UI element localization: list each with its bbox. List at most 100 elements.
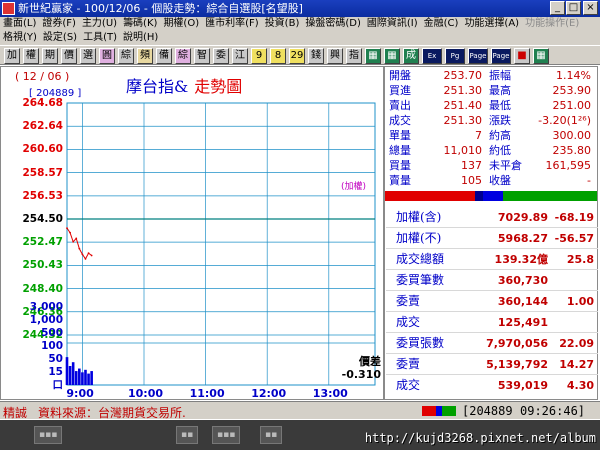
toolbar-button[interactable]: ▦ <box>365 48 381 64</box>
status-bar: 精誠 資料來源：台灣期貨交易所. [204889 09:26:46] <box>0 401 600 420</box>
quote-row: 總量 11,010 約低 235.80 <box>385 145 597 157</box>
menu-item[interactable]: 金融(C) <box>421 17 462 31</box>
toolbar-button[interactable]: 加 <box>4 48 20 64</box>
toolbar-button[interactable]: 圓 <box>99 48 115 64</box>
index-value: 7029.89 <box>497 211 548 224</box>
index-value: 539,019 <box>497 379 548 392</box>
status-label: 精誠 <box>3 406 28 420</box>
index-label: 加權(不) <box>396 231 442 245</box>
toolbar-button[interactable]: 錢 <box>308 48 324 64</box>
toolbar-button[interactable]: 成 <box>403 48 419 64</box>
toolbar-button[interactable]: ■ <box>514 48 530 64</box>
toolbar-button[interactable]: Page <box>468 48 488 64</box>
toolbar-button[interactable]: Pg <box>445 48 465 64</box>
index-row: 委買張數 7,970,056 22.09 <box>386 333 598 354</box>
taskbar-button[interactable]: ▪▪▪ <box>34 426 63 444</box>
index-value: 5,139,792 <box>486 358 548 371</box>
index-change: 22.09 <box>559 337 594 350</box>
index-row: 成交總額 139.32億 25.8 <box>386 249 598 270</box>
menu-item[interactable]: 主力(U) <box>79 17 120 31</box>
quote-value: 253.70 <box>443 69 483 82</box>
quote-value: 137 <box>461 159 482 172</box>
quote-row: 賣量 105 收盤 - <box>385 175 597 187</box>
menu-item[interactable]: 畫面(L) <box>0 17 39 31</box>
index-label: 成交總額 <box>396 252 445 266</box>
price-point <box>90 254 93 257</box>
quote-label: 總量 <box>389 144 411 157</box>
toolbar-button[interactable]: 綜 <box>175 48 191 64</box>
toolbar-button[interactable]: 興 <box>327 48 343 64</box>
toolbar-button[interactable]: 權 <box>23 48 39 64</box>
toolbar-button[interactable]: 智 <box>194 48 210 64</box>
toolbar-button[interactable]: Page <box>491 48 511 64</box>
menu-item[interactable]: 說明(H) <box>120 31 161 45</box>
volume-bar <box>71 362 75 385</box>
menu-item[interactable]: 證券(F) <box>39 17 79 31</box>
menu-item[interactable]: 工具(T) <box>80 31 120 45</box>
toolbar-button[interactable]: ▦ <box>533 48 549 64</box>
quote-value: 300.00 <box>552 129 592 142</box>
bid-ask-ratio-bar <box>385 191 597 201</box>
toolbar-button[interactable]: 江 <box>232 48 248 64</box>
toolbar-button[interactable]: 頻 <box>137 48 153 64</box>
maximize-button[interactable]: □ <box>566 1 581 15</box>
toolbar-button[interactable]: 委 <box>213 48 229 64</box>
quote-row: 開盤 253.70 振幅 1.14% <box>385 70 597 82</box>
toolbar-button[interactable]: 8 <box>270 48 286 64</box>
menu-item[interactable]: 國際資訊(I) <box>364 17 421 31</box>
taskbar-button[interactable]: ▪▪ <box>176 426 199 444</box>
app-window: 新世紀贏家 - 100/12/06 - 個股走勢：綜合自選股[名望股] _ □ … <box>0 0 600 450</box>
menu-item[interactable]: 設定(S) <box>40 31 80 45</box>
menu-item[interactable]: 功能選擇(A) <box>461 17 522 31</box>
index-change: 14.27 <box>559 358 594 371</box>
taskbar-button[interactable]: ▪▪ <box>260 426 283 444</box>
toolbar-button[interactable]: 備 <box>156 48 172 64</box>
ratio-red <box>385 191 475 201</box>
toolbar-button[interactable]: 綜 <box>118 48 134 64</box>
menu-item[interactable]: 投資(B) <box>262 17 303 31</box>
quote-row: 賣出 251.40 最低 251.00 <box>385 100 597 112</box>
menu-item[interactable]: 匯市利率(F) <box>202 17 262 31</box>
menu-item[interactable]: 籌碼(K) <box>120 17 160 31</box>
status-code: [204889 <box>462 404 513 418</box>
quote-row: 單量 7 約高 300.00 <box>385 130 597 142</box>
chart-panel: ( 12 / 06 ) [ 204889 ] 摩台指& 走勢圖 264.68 262… <box>0 66 384 400</box>
status-source: 資料來源：台灣期貨交易所. <box>38 406 186 420</box>
watermark-url: http://kujd3268.pixnet.net/album <box>364 431 596 445</box>
quote-value: 251.30 <box>443 84 483 97</box>
price-point <box>75 237 78 240</box>
taskbar-button[interactable]: ▪▪▪ <box>212 426 241 444</box>
menu-bar-primary: 畫面(L) 證券(F) 主力(U) 籌碼(K) 期權(O) 匯市利率(F) 投資(B) 操盤密… <box>0 17 600 31</box>
quote-value: 105 <box>461 174 482 187</box>
index-label: 成交 <box>396 378 421 392</box>
menu-item[interactable]: 格視(Y) <box>0 31 40 45</box>
toolbar-button[interactable]: 期 <box>42 48 58 64</box>
toolbar-button[interactable]: ▦ <box>384 48 400 64</box>
ratio-blue <box>483 191 503 201</box>
quote-label: 開盤 <box>389 69 411 82</box>
menu-item[interactable]: 功能操作(E) <box>522 17 582 31</box>
close-button[interactable]: × <box>583 1 598 15</box>
minimize-button[interactable]: _ <box>550 1 565 15</box>
quote-value: 235.80 <box>552 144 592 157</box>
toolbar-button[interactable]: 價 <box>61 48 77 64</box>
menu-item[interactable]: 期權(O) <box>160 17 202 31</box>
status-time: 09:26:46] <box>520 404 586 418</box>
app-icon <box>2 2 15 15</box>
index-change: 4.30 <box>566 379 594 392</box>
ratio-green <box>503 191 597 201</box>
quote-value: 251.40 <box>443 99 483 112</box>
intraday-chart[interactable] <box>1 67 385 401</box>
toolbar-button[interactable]: Ex <box>422 48 442 64</box>
toolbar-button[interactable]: 指 <box>346 48 362 64</box>
toolbar-button[interactable]: 29 <box>289 48 305 64</box>
menu-item[interactable]: 操盤密碼(D) <box>302 17 364 31</box>
quote-row: 買進 251.30 最高 253.90 <box>385 85 597 97</box>
quote-label: 收盤 <box>489 174 511 187</box>
toolbar-button[interactable]: 選 <box>80 48 96 64</box>
quote-value: 251.00 <box>552 99 592 112</box>
volume-bar <box>87 373 90 385</box>
index-row: 加權(不) 5968.27 -56.57 <box>386 228 598 249</box>
price-point <box>78 247 81 250</box>
toolbar-button[interactable]: 9 <box>251 48 267 64</box>
